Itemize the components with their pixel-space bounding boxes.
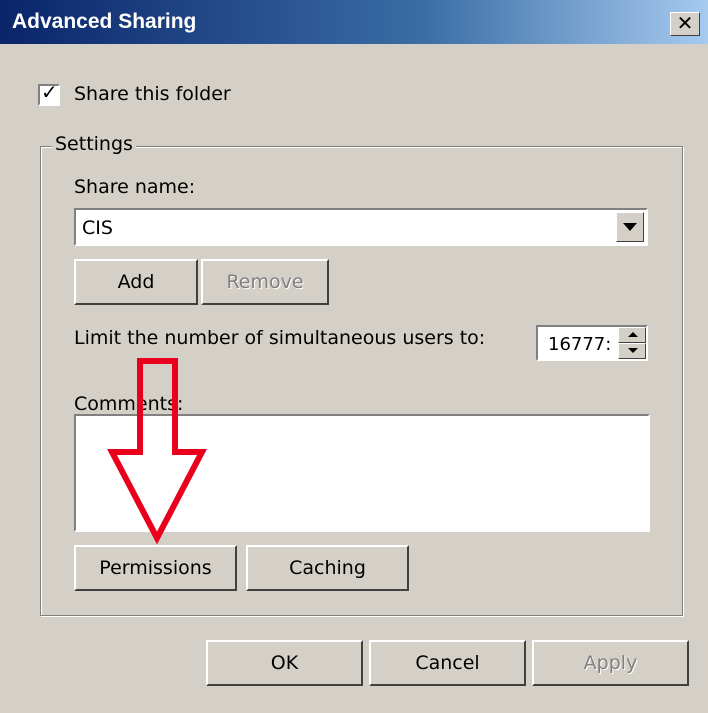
user-limit-spinner[interactable]: 16777: (536, 325, 648, 361)
arrow-down-icon (628, 348, 638, 353)
user-limit-value: 16777: (548, 334, 612, 355)
advanced-sharing-dialog: Advanced Sharing ✕ ✓ Share this folder S… (0, 0, 708, 713)
share-folder-checkbox[interactable]: ✓ (38, 80, 60, 106)
combo-dropdown-button[interactable] (616, 212, 644, 242)
chevron-down-icon (623, 223, 637, 231)
spinner-buttons (618, 327, 646, 359)
check-icon: ✓ (41, 80, 58, 104)
comments-label: Comments: (74, 393, 184, 415)
permissions-button[interactable]: Permissions (74, 545, 237, 591)
window-title: Advanced Sharing (12, 10, 197, 33)
spin-down-button[interactable] (618, 343, 646, 359)
share-name-value: CIS (82, 217, 113, 239)
share-name-combo[interactable]: CIS (74, 208, 648, 246)
arrow-up-icon (628, 332, 638, 337)
limit-users-label: Limit the number of simultaneous users t… (74, 327, 486, 349)
comments-textarea[interactable] (74, 414, 650, 532)
remove-button[interactable]: Remove (201, 259, 329, 305)
settings-group-title: Settings (52, 133, 136, 155)
spin-up-button[interactable] (618, 327, 646, 343)
title-bar[interactable]: Advanced Sharing ✕ (0, 0, 708, 44)
share-folder-label[interactable]: Share this folder (74, 83, 231, 105)
close-icon: ✕ (676, 11, 694, 35)
caching-button[interactable]: Caching (246, 545, 409, 591)
cancel-button[interactable]: Cancel (369, 640, 526, 686)
ok-button[interactable]: OK (206, 640, 363, 686)
close-button[interactable]: ✕ (670, 11, 700, 36)
apply-button[interactable]: Apply (532, 640, 689, 686)
add-button[interactable]: Add (74, 259, 198, 305)
share-name-label: Share name: (74, 176, 196, 198)
